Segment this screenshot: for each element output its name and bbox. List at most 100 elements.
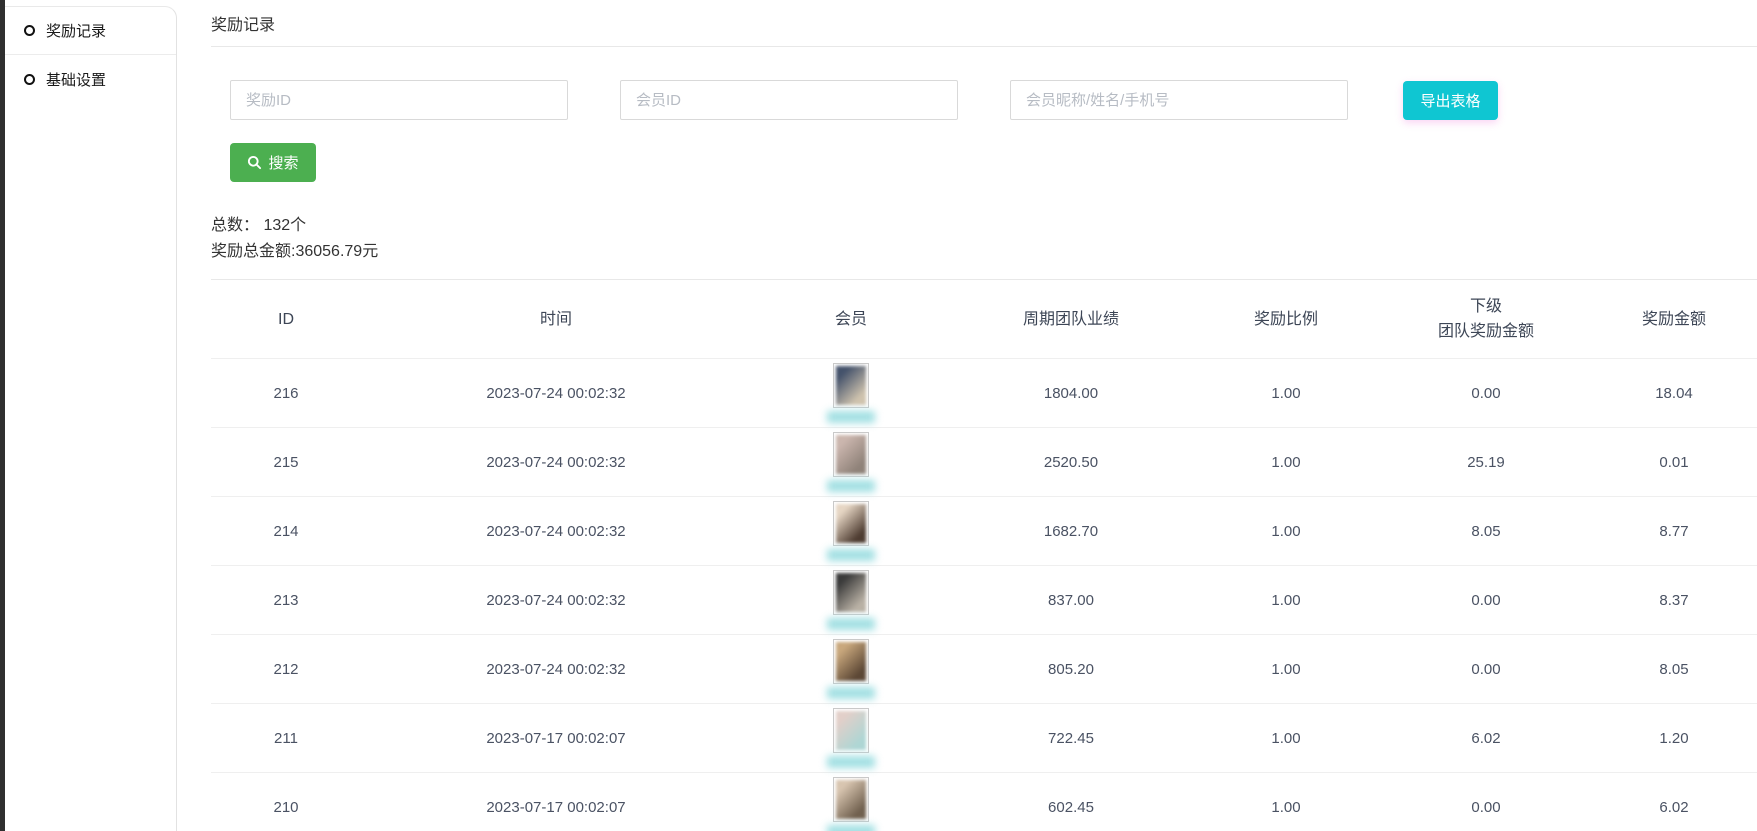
- col-header-time: 时间: [361, 280, 751, 359]
- cell-time: 2023-07-24 00:02:32: [361, 428, 751, 497]
- table-row: 216 2023-07-24 00:02:32 1804.00 1.00 0.0…: [211, 359, 1757, 428]
- member-avatar-image: [836, 435, 866, 474]
- app-window: 奖励记录 基础设置 奖励记录 导出表格 搜索 总数：: [0, 0, 1757, 831]
- cell-time: 2023-07-17 00:02:07: [361, 704, 751, 773]
- total-amount-line: 奖励总金额:36056.79元: [211, 239, 1757, 265]
- member-avatar-image: [836, 573, 866, 612]
- cell-time: 2023-07-24 00:02:32: [361, 359, 751, 428]
- sidebar: 奖励记录 基础设置: [5, 6, 177, 831]
- cell-member: [751, 428, 951, 497]
- member-name-redacted: [827, 411, 875, 423]
- cell-time: 2023-07-24 00:02:32: [361, 497, 751, 566]
- cell-sub-team-reward: 8.05: [1381, 497, 1591, 566]
- member-avatar[interactable]: [833, 639, 869, 684]
- col-header-reward-ratio: 奖励比例: [1191, 280, 1381, 359]
- cell-reward-ratio: 1.00: [1191, 428, 1381, 497]
- member-avatar-image: [836, 780, 866, 819]
- export-table-button[interactable]: 导出表格: [1403, 81, 1498, 120]
- sidebar-item-label: 奖励记录: [46, 20, 106, 41]
- col-header-reward-amount: 奖励金额: [1591, 280, 1757, 359]
- member-avatar[interactable]: [833, 570, 869, 615]
- table-row: 210 2023-07-17 00:02:07 602.45 1.00 0.00…: [211, 773, 1757, 831]
- sidebar-item-basic-settings[interactable]: 基础设置: [5, 55, 176, 103]
- cell-time: 2023-07-24 00:02:32: [361, 566, 751, 635]
- cell-reward-amount: 18.04: [1591, 359, 1757, 428]
- member-avatar[interactable]: [833, 432, 869, 477]
- cell-reward-ratio: 1.00: [1191, 704, 1381, 773]
- cell-id: 211: [211, 704, 361, 773]
- member-avatar[interactable]: [833, 363, 869, 408]
- cell-reward-ratio: 1.00: [1191, 359, 1381, 428]
- cell-sub-team-reward: 0.00: [1381, 635, 1591, 704]
- cell-time: 2023-07-17 00:02:07: [361, 773, 751, 831]
- member-name-redacted: [827, 756, 875, 768]
- col-header-sub-team-line1: 下级: [1381, 294, 1591, 319]
- member-query-input[interactable]: [1010, 80, 1348, 120]
- member-avatar-image: [836, 504, 866, 543]
- col-header-member: 会员: [751, 280, 951, 359]
- cell-reward-amount: 8.05: [1591, 635, 1757, 704]
- table-row: 214 2023-07-24 00:02:32 1682.70 1.00 8.0…: [211, 497, 1757, 566]
- col-header-sub-team-line2: 团队奖励金额: [1381, 319, 1591, 344]
- cell-sub-team-reward: 25.19: [1381, 428, 1591, 497]
- search-row: 搜索: [211, 143, 1757, 182]
- title-row: 奖励记录: [211, 0, 1757, 47]
- table-header-row: ID 时间 会员 周期团队业绩 奖励比例 下级 团队奖励金额 奖励金额: [211, 280, 1757, 359]
- cell-sub-team-reward: 0.00: [1381, 773, 1591, 831]
- main-content: 奖励记录 导出表格 搜索 总数： 132个 奖励总金额:36056.79元: [177, 0, 1757, 831]
- member-avatar[interactable]: [833, 777, 869, 822]
- total-amount-value: 36056.79元: [295, 243, 378, 260]
- cell-time: 2023-07-24 00:02:32: [361, 635, 751, 704]
- member-avatar-image: [836, 366, 866, 405]
- cell-team-performance: 2520.50: [951, 428, 1191, 497]
- member-name-redacted: [827, 480, 875, 492]
- cell-id: 216: [211, 359, 361, 428]
- cell-team-performance: 1804.00: [951, 359, 1191, 428]
- total-count-value: 132个: [263, 217, 306, 234]
- total-count-label: 总数：: [211, 217, 259, 234]
- member-name-redacted: [827, 549, 875, 561]
- table-row: 213 2023-07-24 00:02:32 837.00 1.00 0.00…: [211, 566, 1757, 635]
- cell-member: [751, 704, 951, 773]
- sidebar-item-label: 基础设置: [46, 69, 106, 90]
- cell-id: 210: [211, 773, 361, 831]
- cell-team-performance: 602.45: [951, 773, 1191, 831]
- member-avatar[interactable]: [833, 708, 869, 753]
- cell-id: 215: [211, 428, 361, 497]
- search-button-label: 搜索: [268, 152, 298, 173]
- cell-reward-ratio: 1.00: [1191, 566, 1381, 635]
- col-header-team-performance: 周期团队业绩: [951, 280, 1191, 359]
- member-avatar[interactable]: [833, 501, 869, 546]
- sidebar-item-reward-records[interactable]: 奖励记录: [5, 7, 176, 55]
- cell-reward-ratio: 1.00: [1191, 773, 1381, 831]
- cell-id: 213: [211, 566, 361, 635]
- cell-team-performance: 1682.70: [951, 497, 1191, 566]
- member-avatar-image: [836, 642, 866, 681]
- cell-sub-team-reward: 6.02: [1381, 704, 1591, 773]
- circle-icon: [24, 74, 35, 85]
- col-header-sub-team-reward: 下级 团队奖励金额: [1381, 280, 1591, 359]
- page-title: 奖励记录: [211, 11, 275, 35]
- cell-reward-amount: 0.01: [1591, 428, 1757, 497]
- cell-member: [751, 566, 951, 635]
- total-count-line: 总数： 132个: [211, 213, 1757, 239]
- search-icon: [247, 155, 262, 170]
- member-name-redacted: [827, 618, 875, 630]
- reward-id-input[interactable]: [230, 80, 568, 120]
- cell-team-performance: 805.20: [951, 635, 1191, 704]
- table-row: 211 2023-07-17 00:02:07 722.45 1.00 6.02…: [211, 704, 1757, 773]
- cell-reward-ratio: 1.00: [1191, 635, 1381, 704]
- member-name-redacted: [827, 687, 875, 699]
- cell-member: [751, 497, 951, 566]
- search-button[interactable]: 搜索: [230, 143, 316, 182]
- member-id-input[interactable]: [620, 80, 958, 120]
- summary-block: 总数： 132个 奖励总金额:36056.79元: [211, 213, 1757, 265]
- col-header-id: ID: [211, 280, 361, 359]
- cell-reward-amount: 1.20: [1591, 704, 1757, 773]
- cell-sub-team-reward: 0.00: [1381, 566, 1591, 635]
- table-row: 212 2023-07-24 00:02:32 805.20 1.00 0.00…: [211, 635, 1757, 704]
- cell-team-performance: 722.45: [951, 704, 1191, 773]
- cell-reward-amount: 8.37: [1591, 566, 1757, 635]
- member-avatar-image: [836, 711, 866, 750]
- cell-reward-amount: 8.77: [1591, 497, 1757, 566]
